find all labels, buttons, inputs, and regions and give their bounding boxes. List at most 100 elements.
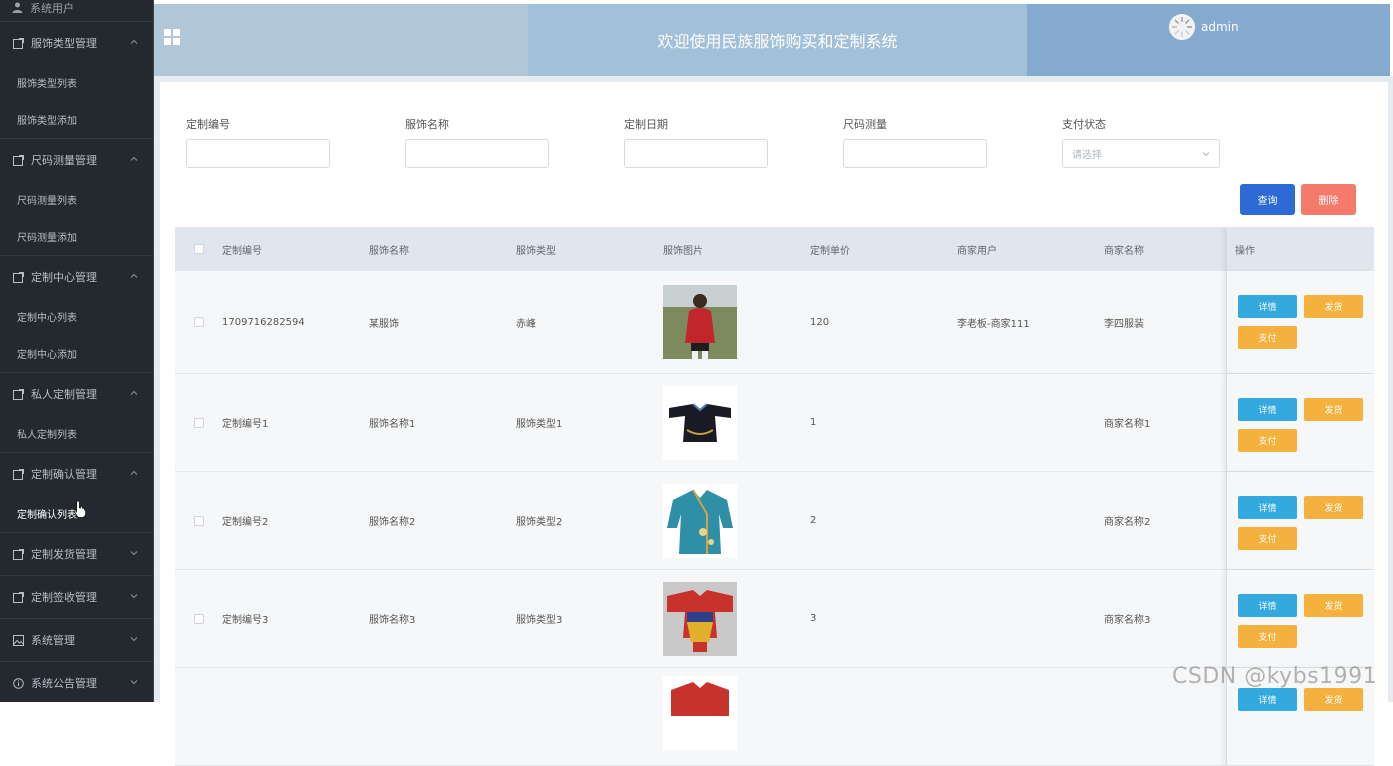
cell-actions: 详情 发货 支付 [1226,271,1374,373]
search-input-code[interactable] [186,139,330,168]
sidebar-group-custom-ship: 定制发货管理 [0,533,153,576]
table-row: 定制编号3 服饰名称3 服饰类型3 3 商家名称3 详情 发货 支付 [175,570,1374,668]
sidebar-item-apparel-type-list[interactable]: 服饰类型列表 [0,64,153,101]
row-checkbox-cell [175,317,222,327]
sidebar-group-head[interactable]: 私人定制管理 [0,373,153,415]
detail-button[interactable]: 详情 [1238,688,1297,711]
cell-type: 服饰类型2 [516,517,563,528]
header-right: admin [1027,4,1390,76]
pay-status-select[interactable]: 请选择 [1062,139,1220,168]
sidebar-group-label: 尺码测量管理 [31,154,97,167]
sidebar-group-head[interactable]: 尺码测量管理 [0,139,153,181]
folder-icon [12,271,24,283]
pay-button[interactable]: 支付 [1238,625,1297,648]
cell-name: 服饰名称1 [369,419,416,430]
chevron-down-icon [130,551,138,556]
pay-button[interactable]: 支付 [1238,527,1297,550]
apparel-photo[interactable] [663,285,737,359]
row-checkbox[interactable] [193,613,204,624]
search-input-size[interactable] [843,139,987,168]
row-checkbox[interactable] [193,515,204,526]
row-checkbox[interactable] [193,317,204,327]
col-header-merchant-user[interactable]: 商家用户 [957,242,1104,257]
apparel-photo[interactable] [663,676,737,750]
sidebar-group-head[interactable]: 服饰类型管理 [0,22,153,64]
user-menu[interactable]: admin [1169,14,1239,40]
query-button[interactable]: 查询 [1240,184,1295,215]
cell-code: 定制编号1 [222,419,269,430]
col-header-price[interactable]: 定制单价 [810,242,957,257]
sidebar-group-label: 定制签收管理 [31,591,97,604]
sidebar-item-custom-center-add[interactable]: 定制中心添加 [0,335,153,372]
search-field-code: 定制编号 [186,116,330,168]
col-header-actions: 操作 [1226,227,1374,271]
sidebar-group-custom-receipt: 定制签收管理 [0,576,153,619]
detail-button[interactable]: 详情 [1238,295,1297,318]
col-header-merchant-name[interactable]: 商家名称 [1104,242,1228,257]
col-header-image[interactable]: 服饰图片 [663,242,810,257]
detail-button[interactable]: 详情 [1238,594,1297,617]
pay-button[interactable]: 支付 [1238,429,1297,452]
row-checkbox[interactable] [193,417,204,428]
sidebar-group-head[interactable]: 定制发货管理 [0,533,153,575]
ship-button[interactable]: 发货 [1304,295,1363,318]
apparel-photo[interactable] [663,581,737,656]
folder-icon [12,154,24,166]
ship-button[interactable]: 发货 [1304,398,1363,421]
cell-merchant-name: 李四服装 [1104,318,1144,330]
col-header-type[interactable]: 服饰类型 [516,242,663,257]
sidebar-group-system-users[interactable]: 系统用户 [0,0,153,22]
table-row: 定制编号1 服饰名称1 服饰类型1 1 商家名称1 详情 发货 支付 [175,374,1374,472]
sidebar-group-label: 私人定制管理 [31,388,97,401]
cell-price: 120 [810,316,830,328]
sidebar-item-size-measure-add[interactable]: 尺码测量添加 [0,218,153,255]
ship-button[interactable]: 发货 [1304,496,1363,519]
sidebar-group-head[interactable]: 定制确认管理 [0,453,153,495]
search-field-size: 尺码测量 [843,116,987,168]
chevron-up-icon [130,39,138,44]
pay-button[interactable]: 支付 [1238,326,1297,349]
sidebar-group-head[interactable]: 定制签收管理 [0,576,153,618]
ship-button[interactable]: 发货 [1304,594,1363,617]
sidebar-group-head[interactable]: 系统公告管理 [0,662,153,702]
detail-button[interactable]: 详情 [1238,398,1297,421]
sidebar-item-apparel-type-add[interactable]: 服饰类型添加 [0,101,153,138]
cell-image [663,668,810,750]
folder-icon [12,591,24,603]
cell-merchant-name: 商家名称1 [1104,419,1151,430]
header-left [154,4,528,76]
sidebar-item-size-measure-list[interactable]: 尺码测量列表 [0,181,153,218]
row-checkbox-cell [175,613,222,624]
detail-button[interactable]: 详情 [1238,496,1297,519]
apparel-photo[interactable] [663,385,737,460]
search-label: 服饰名称 [405,118,449,131]
apparel-photo[interactable] [663,483,737,558]
cell-merchant-user: 李老板-商家111 [957,318,1030,330]
ship-button[interactable]: 发货 [1304,688,1363,711]
sidebar: 系统用户 服饰类型管理 服饰类型列表 服饰类型添加 尺码测量管理 尺码测量列表 … [0,0,154,702]
cell-actions: 详情 发货 支付 [1226,570,1374,667]
sidebar-group-private-custom: 私人定制管理 私人定制列表 [0,373,153,453]
sidebar-item-custom-center-list[interactable]: 定制中心列表 [0,298,153,335]
sidebar-item-private-custom-list[interactable]: 私人定制列表 [0,415,153,452]
info-icon [12,677,24,689]
cell-name: 服饰名称2 [369,517,416,528]
user-name: admin [1201,20,1239,34]
col-header-name[interactable]: 服饰名称 [369,242,516,257]
sidebar-group-head[interactable]: 定制中心管理 [0,256,153,298]
grid-icon[interactable] [164,29,180,45]
cell-actions: 详情 发货 支付 [1226,374,1374,471]
table-row: 定制编号2 服饰名称2 服饰类型2 2 商家名称2 详情 发货 支付 [175,472,1374,570]
select-all-checkbox[interactable] [193,244,204,254]
col-header-code[interactable]: 定制编号 [222,242,369,257]
search-input-name[interactable] [405,139,549,168]
cell-image [663,483,810,558]
cell-image [663,285,810,359]
sidebar-group-label: 系统管理 [31,634,75,647]
search-input-date[interactable] [624,139,768,168]
delete-button[interactable]: 删除 [1301,184,1356,215]
sidebar-group-head[interactable]: 系统管理 [0,619,153,661]
sidebar-group-label: 定制发货管理 [31,548,97,561]
folder-icon [12,548,24,560]
folder-icon [12,388,24,400]
